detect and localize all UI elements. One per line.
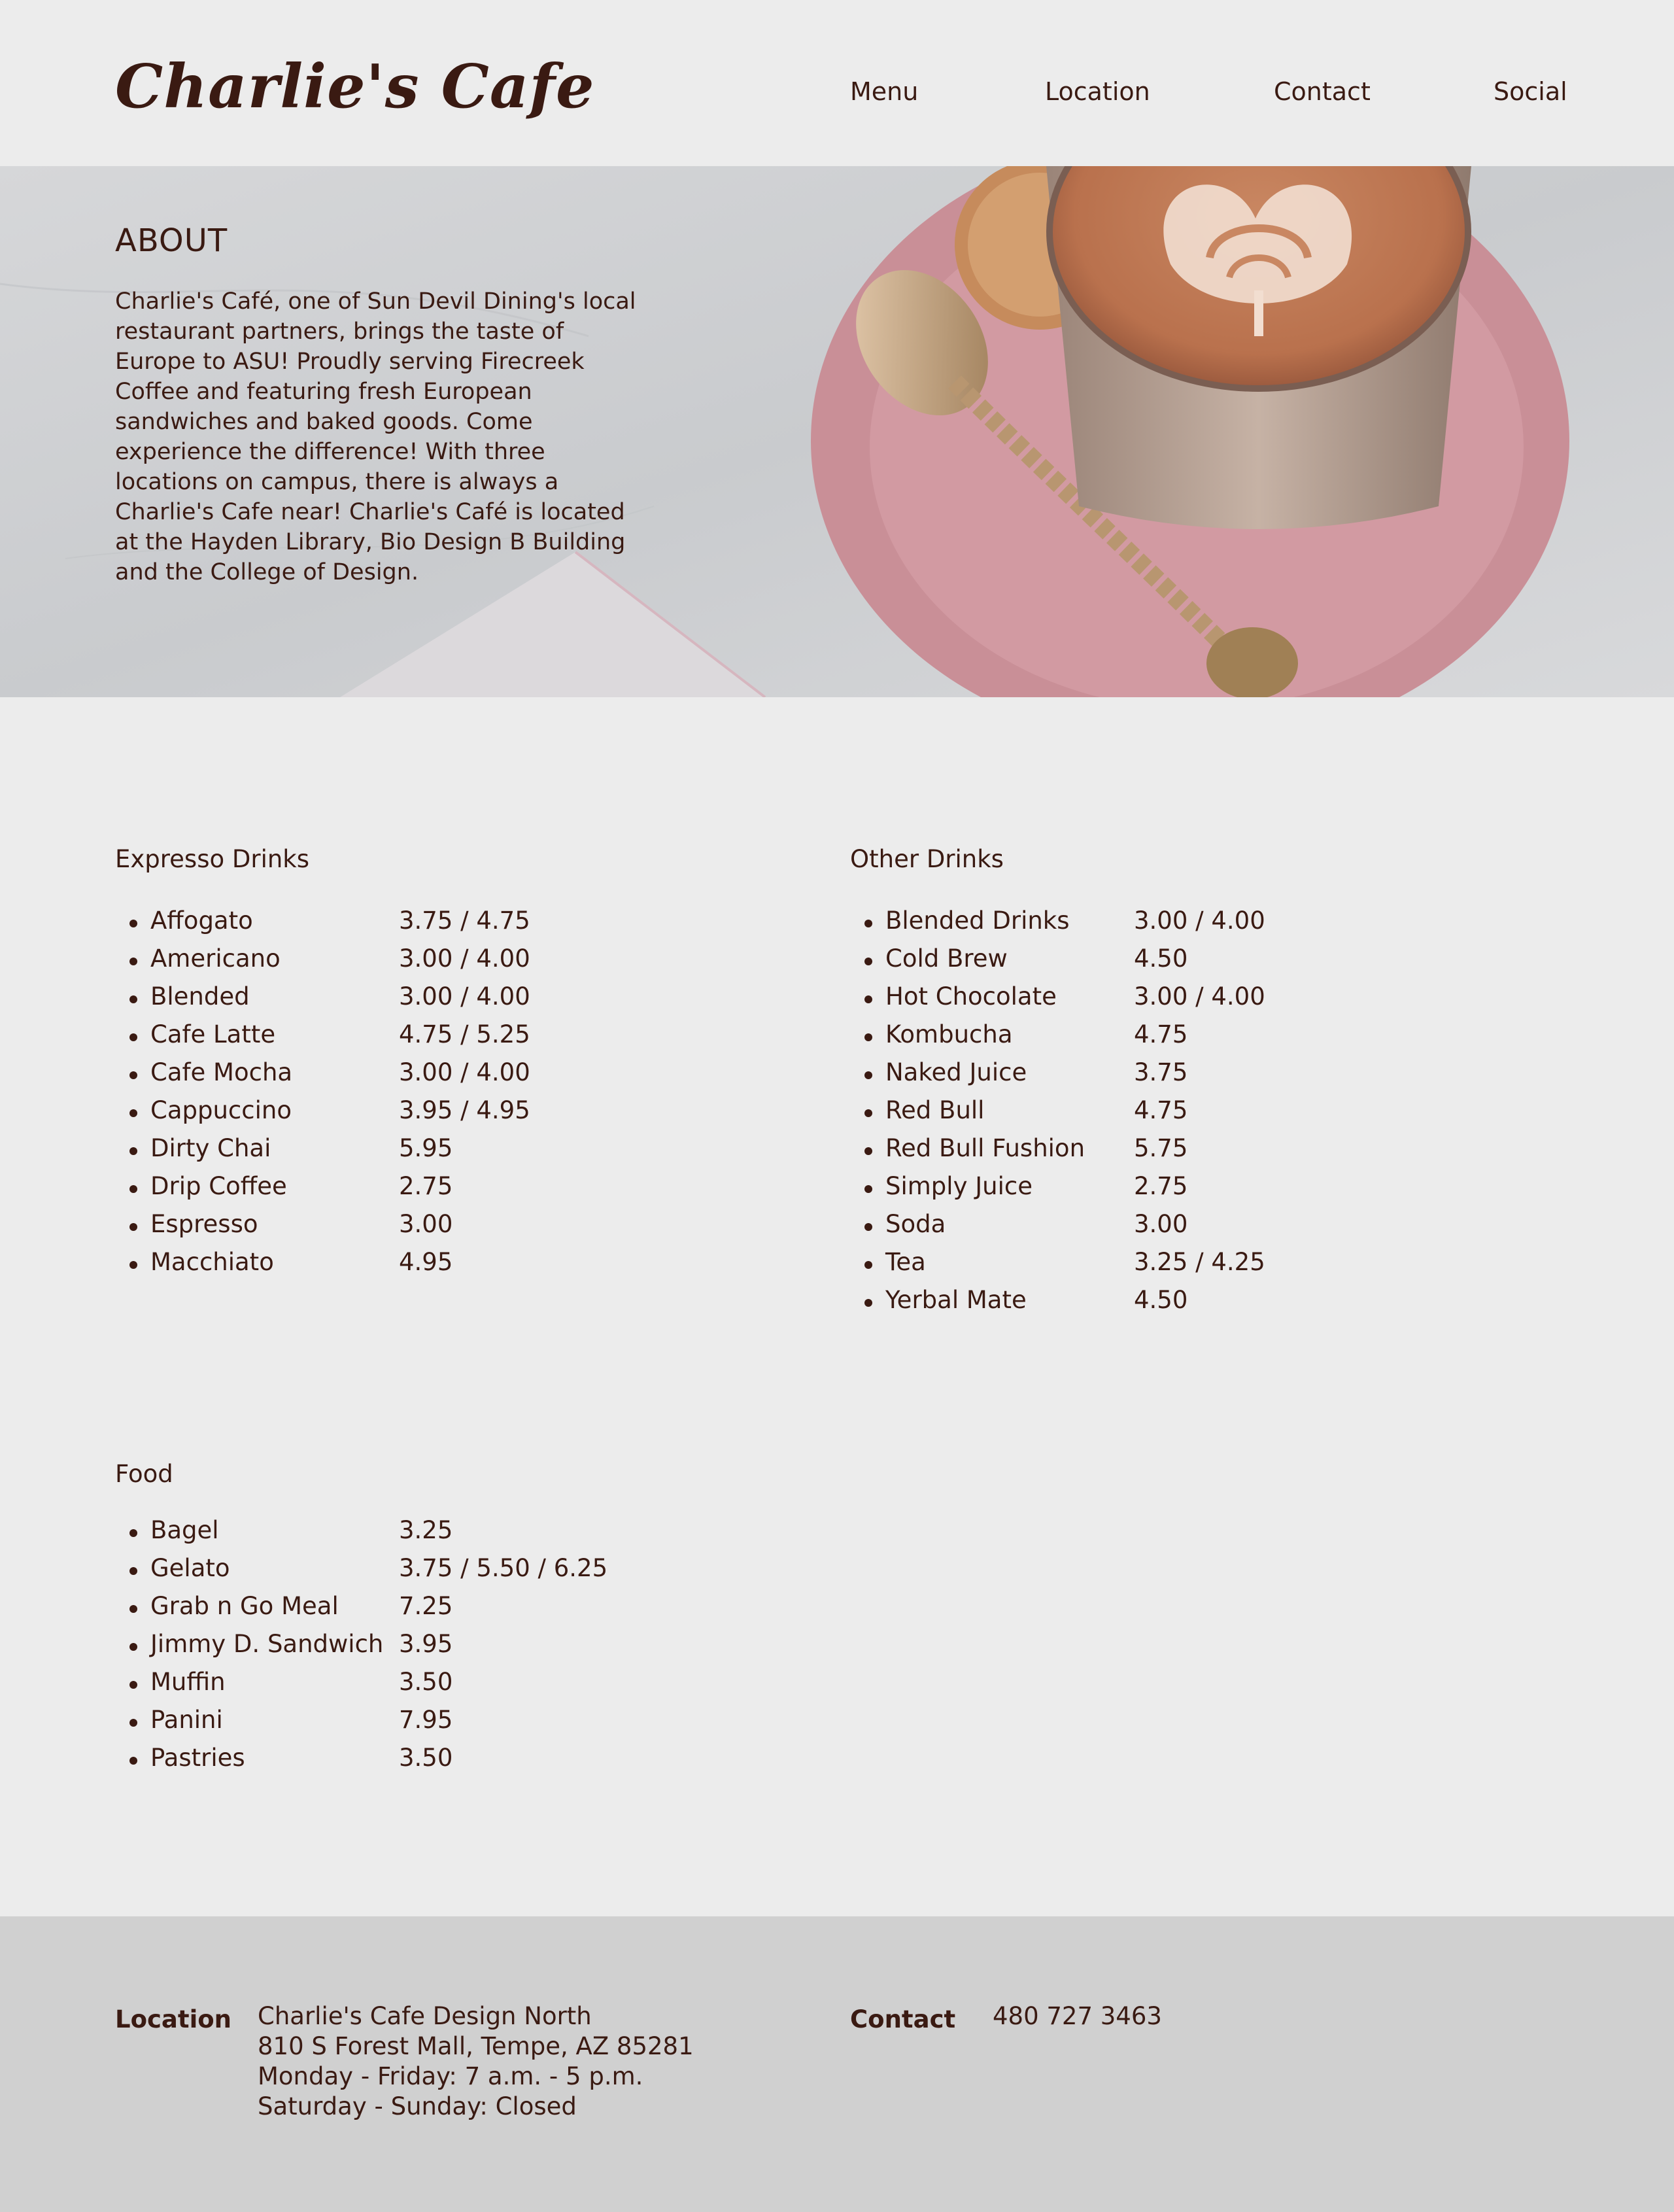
bullet-icon	[864, 1071, 872, 1079]
footer-address[interactable]: 810 S Forest Mall, Tempe, AZ 85281	[258, 2031, 694, 2062]
nav-link-menu[interactable]: Menu	[850, 77, 918, 106]
bullet-icon	[864, 1147, 872, 1155]
bullet-icon	[129, 1223, 137, 1231]
bullet-icon	[864, 958, 872, 965]
bullet-icon	[864, 920, 872, 927]
bullet-icon	[129, 1147, 137, 1155]
bullet-icon	[864, 1299, 872, 1307]
site-footer: Location Charlie's Cafe Design North 810…	[0, 1916, 1674, 2212]
footer-weekday-hours: Monday - Friday: 7 a.m. - 5 p.m.	[258, 2062, 643, 2090]
bullet-icon	[864, 1261, 872, 1269]
bullet-icon	[129, 1529, 137, 1537]
bullet-icon	[129, 1681, 137, 1689]
bullet-icon	[129, 920, 137, 927]
nav-link-social[interactable]: Social	[1494, 77, 1567, 106]
other-drinks-menu-title: Other Drinks	[850, 845, 1004, 873]
footer-location-label: Location	[115, 2005, 232, 2033]
bullet-icon	[864, 1223, 872, 1231]
bullet-icon	[864, 1033, 872, 1041]
about-title: ABOUT	[115, 222, 228, 259]
bullet-icon	[864, 995, 872, 1003]
hero-section: ABOUT Charlie's Café, one of Sun Devil D…	[0, 166, 1674, 697]
food-menu-title: Food	[115, 1460, 173, 1488]
nav-link-location[interactable]: Location	[1045, 77, 1150, 106]
site-logo[interactable]: Charlie's Cafe	[115, 51, 595, 122]
footer-phone[interactable]: 480 727 3463	[993, 2001, 1162, 2031]
bullet-icon	[129, 1185, 137, 1193]
bullet-icon	[129, 1109, 137, 1117]
footer-contact-label: Contact	[850, 2005, 956, 2033]
about-text: Charlie's Café, one of Sun Devil Dining'…	[115, 288, 636, 585]
bullet-icon	[129, 958, 137, 965]
espresso-menu-title: Expresso Drinks	[115, 845, 310, 873]
bullet-icon	[129, 1605, 137, 1613]
bullet-icon	[129, 1033, 137, 1041]
footer-location-name: Charlie's Cafe Design North	[258, 2002, 592, 2030]
bullet-icon	[129, 1643, 137, 1651]
bullet-icon	[129, 1071, 137, 1079]
bullet-icon	[864, 1185, 872, 1193]
footer-weekend-hours: Saturday - Sunday: Closed	[258, 2092, 577, 2120]
bullet-icon	[129, 995, 137, 1003]
nav-link-contact[interactable]: Contact	[1274, 77, 1371, 106]
bullet-icon	[129, 1261, 137, 1269]
bullet-icon	[129, 1719, 137, 1727]
bullet-icon	[129, 1757, 137, 1765]
bullet-icon	[864, 1109, 872, 1117]
bullet-icon	[129, 1567, 137, 1575]
site-header: Charlie's Cafe Menu Location Contact Soc…	[0, 0, 1674, 166]
